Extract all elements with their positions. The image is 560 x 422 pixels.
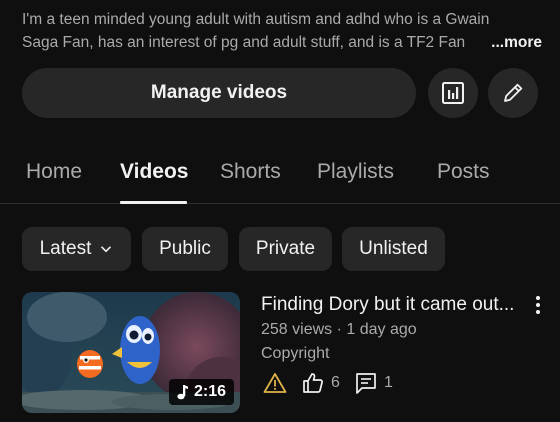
chip-public[interactable]: Public [142,227,228,271]
comments-count: 1 [384,374,393,391]
duration-badge: 2:16 [168,379,234,405]
manage-videos-button[interactable]: Manage videos [22,68,416,118]
video-views: 258 views [261,321,333,338]
thumbs-up-icon [303,373,323,393]
tab-playlists[interactable]: Playlists [317,160,394,184]
comments-stat[interactable]: 1 [354,370,393,396]
chip-unlisted[interactable]: Unlisted [342,227,445,271]
more-wrap: ...more [463,31,542,54]
video-age: 1 day ago [346,321,417,338]
edit-button[interactable] [488,68,538,118]
analytics-icon [442,82,464,104]
tab-shorts[interactable]: Shorts [220,160,281,184]
duration-text: 2:16 [193,383,226,400]
music-note-icon [177,385,188,400]
chip-latest-label: Latest [39,238,92,259]
active-tab-indicator [120,201,187,204]
channel-description: I'm a teen minded young adult with autis… [22,8,542,54]
video-item[interactable]: 2:16 Finding Dory but it came out... 258… [22,292,542,414]
analytics-button[interactable] [428,68,478,118]
tab-videos[interactable]: Videos [120,160,188,184]
likes-count: 6 [331,374,340,391]
description-line-2-text: Saga Fan, has an interest of pg and adul… [22,34,466,51]
video-menu-button[interactable] [527,292,549,318]
video-meta: 258 views · 1 day ago [261,321,417,339]
chevron-down-icon [101,246,112,253]
channel-tabs: Home Videos Shorts Playlists Posts [0,150,560,204]
more-link[interactable]: ...more [491,34,542,51]
channel-actions: Manage videos [22,68,538,118]
tab-home[interactable]: Home [26,160,82,184]
chip-private[interactable]: Private [239,227,332,271]
warning-icon [263,373,287,393]
description-line-2: Saga Fan, has an interest of pg and adul… [22,31,542,54]
likes-stat[interactable]: 6 [301,370,340,396]
more-vert-icon [536,296,540,314]
video-title[interactable]: Finding Dory but it came out... [261,294,519,316]
comment-icon [356,373,376,394]
copyright-warning[interactable] [263,370,287,396]
tab-posts[interactable]: Posts [437,160,490,184]
video-status: Copyright [261,345,330,362]
meta-separator: · [332,321,347,338]
video-thumbnail[interactable]: 2:16 [22,292,240,413]
description-line-1: I'm a teen minded young adult with autis… [22,11,490,28]
pencil-icon [504,83,523,102]
chip-latest[interactable]: Latest [22,227,131,271]
